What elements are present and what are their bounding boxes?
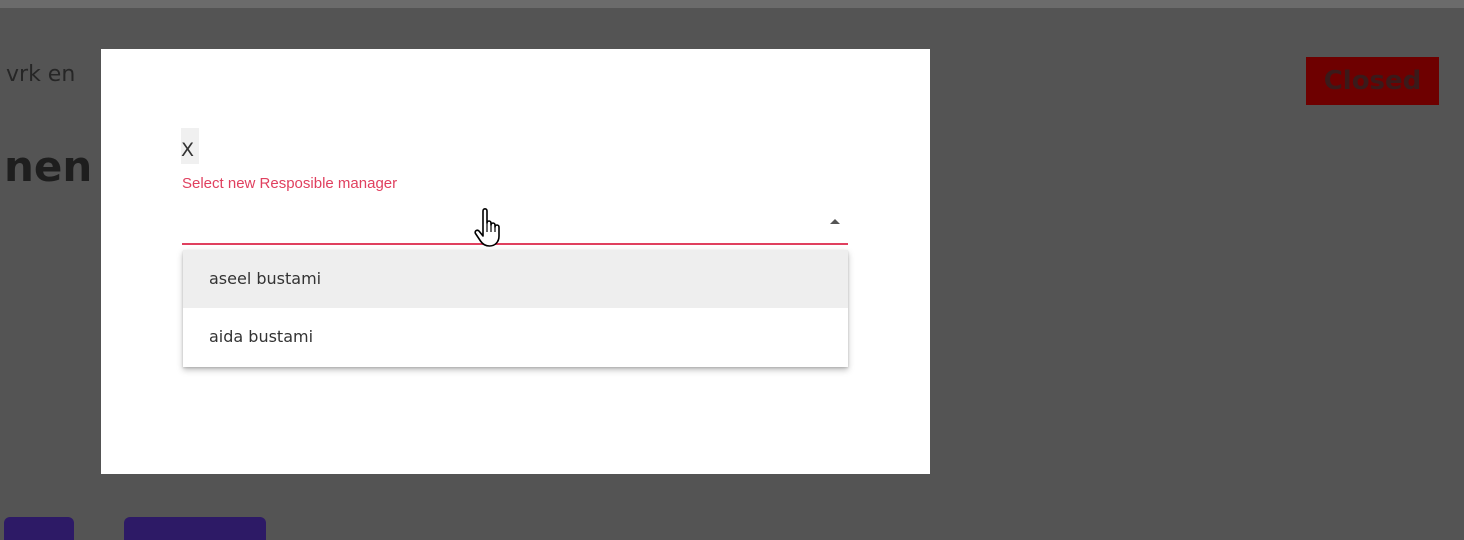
close-button[interactable]: X xyxy=(181,128,199,164)
page-heading: nen xyxy=(4,142,93,191)
hand-pointer-icon xyxy=(474,208,500,247)
select-underline xyxy=(182,243,848,245)
responsible-manager-label: Select new Resposible manager xyxy=(182,175,398,192)
responsible-manager-modal: X Select new Resposible manager aseel bu… xyxy=(101,49,930,474)
manager-dropdown-list: aseel bustami aida bustami xyxy=(183,250,848,367)
manager-option-aseel-bustami[interactable]: aseel bustami xyxy=(183,250,848,308)
arrow-up-icon[interactable] xyxy=(830,219,840,224)
manager-option-aida-bustami[interactable]: aida bustami xyxy=(183,308,848,366)
status-badge: Closed xyxy=(1306,57,1439,105)
page-top-strip xyxy=(0,0,1464,8)
background-button-1[interactable] xyxy=(4,517,74,540)
background-button-2[interactable] xyxy=(124,517,266,540)
page-subtitle: vrk en xyxy=(6,62,76,87)
responsible-manager-select[interactable] xyxy=(182,207,848,245)
